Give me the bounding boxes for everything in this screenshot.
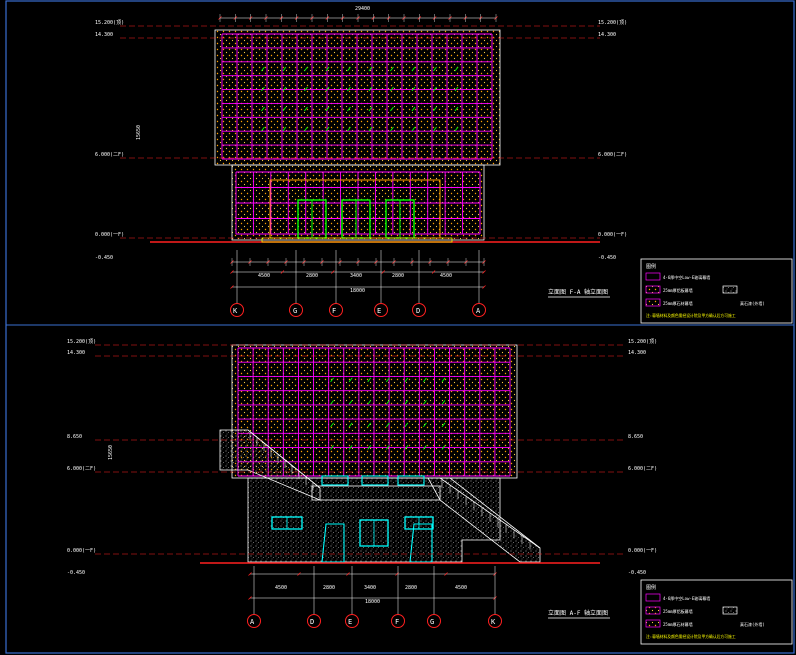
legend-front-title: 图例	[646, 263, 656, 270]
side-axis-4: G	[430, 618, 434, 626]
legend-side-swatch-paint	[722, 606, 738, 615]
side-overall: 18000	[365, 599, 380, 605]
front-level-right-1: 14.300	[598, 32, 616, 38]
front-title: 立面图 F-A 轴立面图	[548, 288, 608, 296]
legend-front-note: 注:幕墙材料及颜色需经设计院及甲方确认后方可施工	[646, 313, 736, 318]
side-span-3: 2800	[405, 585, 417, 591]
legend-front-item-0: 4-6厚中空Low-E玻璃幕墙	[663, 274, 710, 280]
side-level-left-5: -0.450	[67, 570, 85, 576]
front-span-1: 2800	[306, 273, 318, 279]
side-total-height: 15650	[108, 445, 114, 460]
side-level-right-3: 6.000(二F)	[628, 466, 657, 472]
side-elevation: 15.200(顶) 14.300 8.650 6.000(二F) 0.000(一…	[67, 339, 657, 628]
side-axis-2: E	[348, 618, 352, 626]
front-axis-2: F	[332, 307, 336, 315]
front-level-right-2: 6.000(二F)	[598, 152, 627, 158]
front-overall: 18000	[350, 288, 365, 294]
side-span-4: 4500	[455, 585, 467, 591]
front-elevation: 29400 15.200(顶) 14.300 6.000(二F) 0.000(一…	[95, 6, 627, 317]
front-level-right-0: 15.200(顶)	[598, 20, 627, 26]
front-level-right-3: 0.000(一F)	[598, 232, 627, 238]
front-level-left-4: -0.450	[95, 255, 113, 261]
front-top-dim: 29400	[355, 6, 370, 12]
side-axis-5: K	[491, 618, 496, 626]
side-level-right-0: 15.200(顶)	[628, 339, 657, 345]
front-span-0: 4500	[258, 273, 270, 279]
legend-side-item-1: 25mm厚铝板幕墙	[663, 608, 693, 614]
front-axis-3: E	[377, 307, 381, 315]
front-level-left-2: 6.000(二F)	[95, 152, 124, 158]
side-axis-0: A	[250, 618, 255, 626]
front-top-dimension-chain	[218, 14, 498, 22]
side-level-left-1: 14.300	[67, 350, 85, 356]
legend-front-item-3: 真石漆(外墙)	[740, 300, 765, 306]
legend-side-item-3: 真石漆(外墙)	[740, 621, 765, 627]
front-span-4: 4500	[440, 273, 452, 279]
side-level-right-2: 8.650	[628, 434, 643, 440]
legend-side-swatch-stone	[645, 619, 661, 628]
front-axis-4: D	[416, 307, 420, 315]
side-axis-bubbles	[247, 566, 502, 628]
side-level-right-5: -0.450	[628, 570, 646, 576]
side-axis-3: F	[395, 618, 399, 626]
side-level-left-3: 6.000(二F)	[67, 466, 96, 472]
legend-front-swatch-stone	[645, 298, 661, 307]
front-axis-0: K	[233, 307, 238, 315]
legend-front-swatch-glass	[645, 272, 661, 281]
side-level-left-4: 0.000(一F)	[67, 548, 96, 554]
front-level-right-4: -0.450	[598, 255, 616, 261]
legend-front-item-1: 25mm厚铝板幕墙	[663, 287, 693, 293]
legend-side-title: 图例	[646, 584, 656, 591]
legend-front-item-2: 25mm厚石材幕墙	[663, 300, 693, 306]
legend-side-item-0: 4-6厚中空Low-E玻璃幕墙	[663, 595, 710, 601]
legend-front: 图例 4-6厚中空Low-E玻璃幕墙 25mm厚铝板幕墙 25mm厚石材幕墙 真…	[640, 258, 793, 324]
legend-side-swatch-glass	[645, 593, 661, 602]
front-total-height: 15650	[136, 125, 142, 140]
front-level-left-0: 15.200(顶)	[95, 20, 124, 26]
side-title: 立面图 A-F 轴立面图	[548, 609, 608, 617]
side-axis-1: D	[310, 618, 314, 626]
cad-drawing: 29400 15.200(顶) 14.300 6.000(二F) 0.000(一…	[5, 0, 795, 654]
legend-front-swatch-alu	[645, 285, 661, 294]
side-span-0: 4500	[275, 585, 287, 591]
legend-side: 图例 4-6厚中空Low-E玻璃幕墙 25mm厚铝板幕墙 25mm厚石材幕墙 真…	[640, 579, 793, 645]
front-span-2: 3400	[350, 273, 362, 279]
front-span-3: 2800	[392, 273, 404, 279]
side-level-right-4: 0.000(一F)	[628, 548, 657, 554]
legend-side-swatch-alu	[645, 606, 661, 615]
side-span-2: 3400	[364, 585, 376, 591]
legend-side-item-2: 25mm厚石材幕墙	[663, 621, 693, 627]
front-level-left-1: 14.300	[95, 32, 113, 38]
legend-side-note: 注:幕墙材料及颜色需经设计院及甲方确认后方可施工	[646, 634, 736, 639]
side-level-left-0: 15.200(顶)	[67, 339, 96, 345]
front-level-left-3: 0.000(一F)	[95, 232, 124, 238]
front-axis-1: G	[293, 307, 297, 315]
legend-front-swatch-paint	[722, 285, 738, 294]
side-span-1: 2800	[323, 585, 335, 591]
front-axis-5: A	[476, 307, 481, 315]
side-level-right-1: 14.300	[628, 350, 646, 356]
side-level-left-2: 8.650	[67, 434, 82, 440]
